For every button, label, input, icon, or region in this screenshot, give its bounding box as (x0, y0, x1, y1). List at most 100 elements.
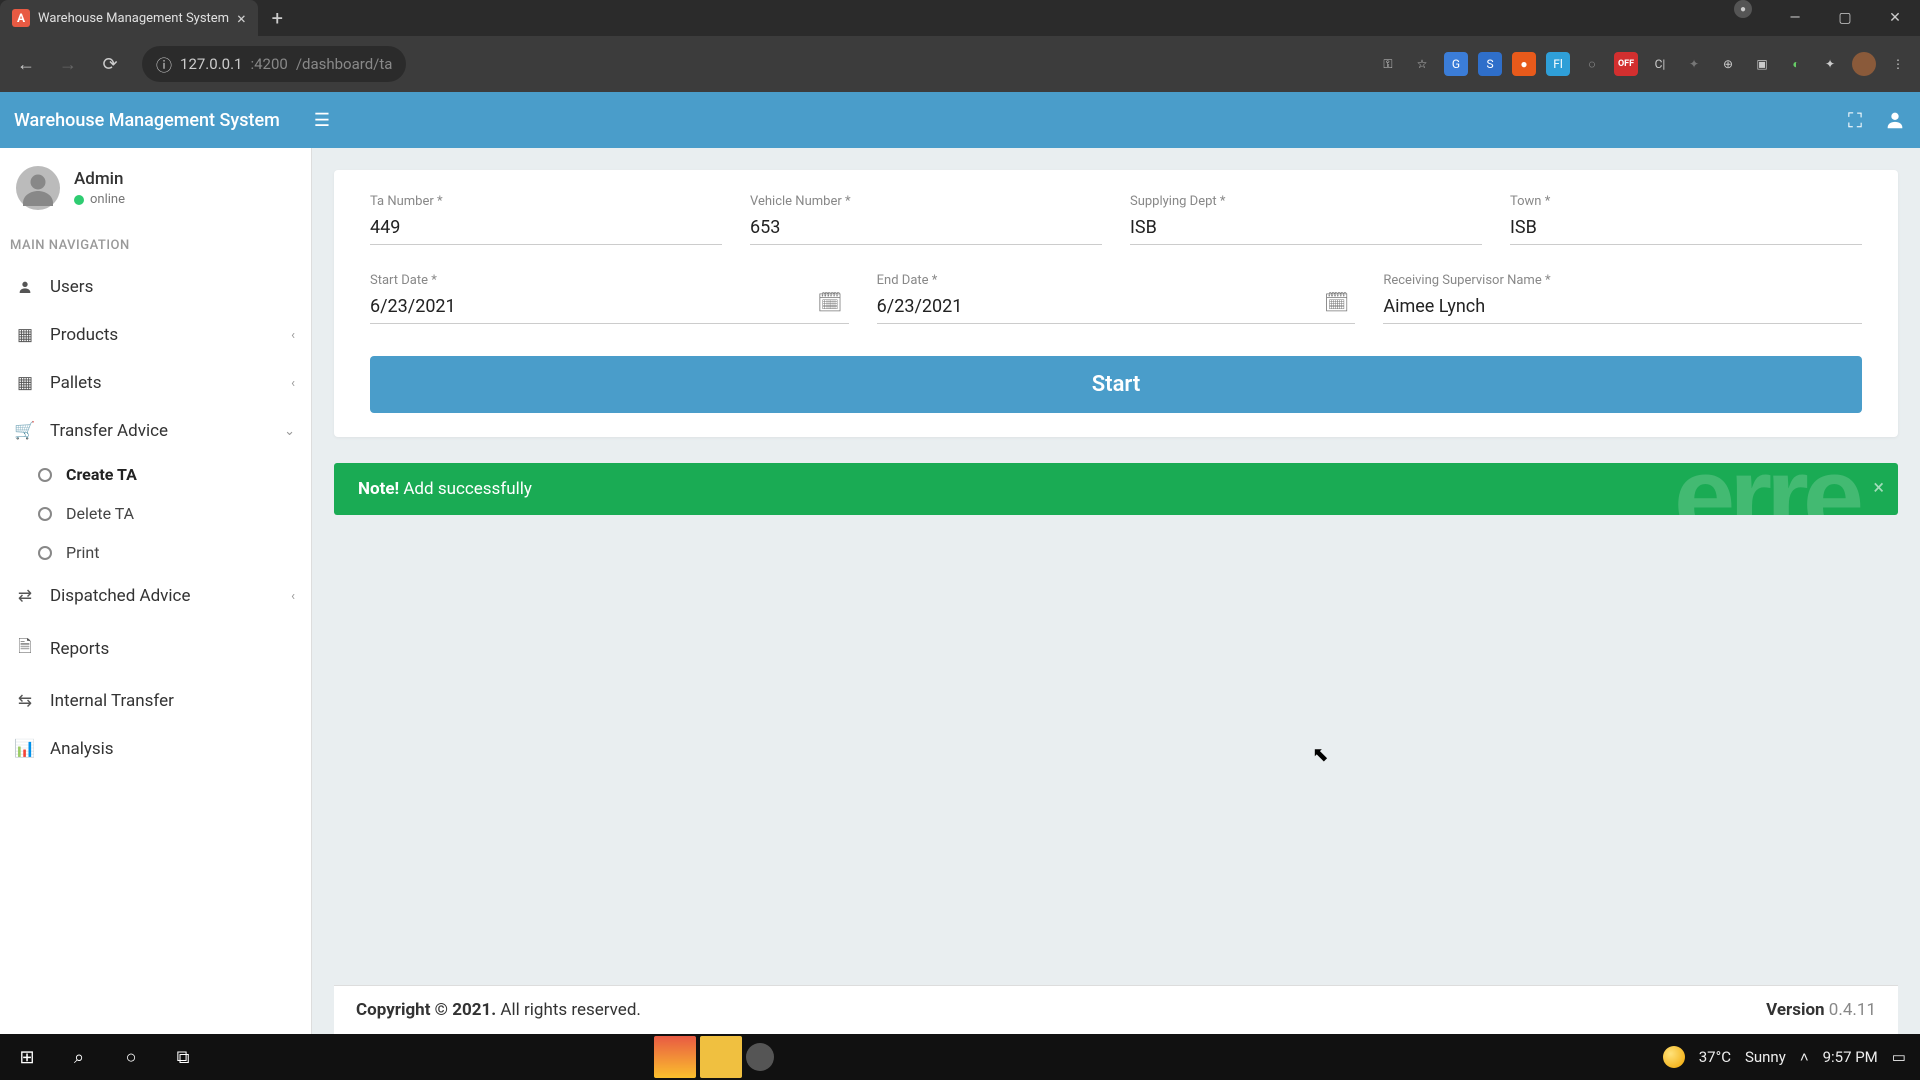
windows-taskbar: ⊞ ⌕ ○ ⧉ 37°C Sunny ˄ 9:57 PM ▭ (0, 1034, 1920, 1080)
tray-clock[interactable]: 9:57 PM (1823, 1048, 1878, 1066)
avatar (16, 166, 60, 210)
sidebar-item-pallets[interactable]: ▦ Pallets ‹ (0, 359, 311, 407)
maximize-icon[interactable]: ▢ (1820, 0, 1870, 36)
weather-icon[interactable] (1663, 1046, 1685, 1068)
user-name: Admin (74, 169, 125, 189)
supervisor-input[interactable] (1383, 292, 1862, 324)
form-card: Ta Number * Vehicle Number * Supplying D… (334, 170, 1898, 437)
ext-off-badge[interactable]: OFF (1614, 52, 1638, 76)
ext-green-icon[interactable]: ◐ (1784, 52, 1808, 76)
user-status-text: online (90, 192, 125, 207)
chevron-down-icon: ⌄ (284, 424, 295, 439)
sidebar-item-internal-transfer[interactable]: ⇆ Internal Transfer (0, 677, 311, 725)
sidebar-item-reports[interactable]: 🗎 Reports (0, 620, 311, 677)
sidebar-user: Admin online (0, 166, 311, 228)
app-footer: Copyright © 2021. All rights reserved. V… (334, 985, 1898, 1034)
tray-chevron-icon[interactable]: ˄ (1800, 1048, 1809, 1066)
sidebar-item-products[interactable]: ▦ Products ‹ (0, 311, 311, 359)
ext-camera-icon[interactable]: ▣ (1750, 52, 1774, 76)
extensions-puzzle-icon[interactable]: ✦ (1818, 52, 1842, 76)
ext-circle-icon[interactable]: ◌ (1580, 52, 1604, 76)
profile-avatar-icon[interactable] (1852, 52, 1876, 76)
forward-icon[interactable]: → (52, 48, 84, 80)
notifications-icon[interactable]: ▭ (1892, 1048, 1906, 1066)
cortana-icon[interactable]: ○ (108, 1036, 154, 1078)
field-label: Receiving Supervisor Name * (1383, 273, 1862, 288)
footer-version-label: Version (1766, 1000, 1825, 1020)
town-input[interactable] (1510, 213, 1862, 245)
close-window-icon[interactable]: ✕ (1870, 0, 1920, 36)
transfer-advice-submenu: Create TA Delete TA Print (0, 455, 311, 572)
account-icon[interactable] (1884, 109, 1906, 131)
new-tab-button[interactable]: + (258, 6, 297, 30)
weather-desc[interactable]: Sunny (1745, 1048, 1786, 1066)
sub-item-label: Delete TA (66, 504, 134, 523)
search-icon[interactable]: ⌕ (56, 1036, 102, 1078)
sidebar-item-label: Analysis (50, 739, 114, 759)
reload-icon[interactable]: ⟳ (94, 48, 126, 80)
sub-item-create-ta[interactable]: Create TA (22, 455, 311, 494)
start-menu-icon[interactable]: ⊞ (4, 1036, 50, 1078)
user-status: online (74, 192, 125, 207)
sidebar-item-transfer-advice[interactable]: 🛒 Transfer Advice ⌄ (0, 407, 311, 455)
calendar-icon[interactable]: 🗓 (1324, 290, 1349, 314)
url-port: :4200 (250, 55, 287, 73)
sidebar-item-dispatched-advice[interactable]: ⇄ Dispatched Advice ‹ (0, 572, 311, 620)
extension-icons: ⚿ ☆ G S ● Fl ◌ OFF C| ✦ ⊕ ▣ ◐ ✦ ⋮ (1376, 52, 1910, 76)
task-view-icon[interactable]: ⧉ (160, 1036, 206, 1078)
sidebar-toggle-icon[interactable]: ☰ (314, 110, 330, 131)
task-app-explorer-icon[interactable] (700, 1036, 742, 1078)
tab-close-icon[interactable]: × (237, 9, 246, 28)
ext-fl-icon[interactable]: Fl (1546, 52, 1570, 76)
task-app-generic-icon[interactable] (746, 1043, 774, 1071)
sub-item-label: Print (66, 543, 99, 562)
field-label: End Date * (877, 273, 1356, 288)
town-field: Town * (1510, 194, 1862, 245)
ext-globe-icon[interactable]: ⊕ (1716, 52, 1740, 76)
browser-tab-strip: A Warehouse Management System × + ● — ▢ … (0, 0, 1920, 36)
ext-translate-icon[interactable]: G (1444, 52, 1468, 76)
start-date-input[interactable] (370, 292, 849, 324)
sidebar-item-label: Products (50, 325, 118, 345)
ta-number-input[interactable] (370, 213, 722, 245)
supplying-dept-field: Supplying Dept * (1130, 194, 1482, 245)
vehicle-number-input[interactable] (750, 213, 1102, 245)
key-icon[interactable]: ⚿ (1376, 52, 1400, 76)
profile-icon[interactable]: ● (1734, 0, 1752, 18)
task-app-chrome-icon[interactable] (654, 1036, 696, 1078)
supplying-dept-input[interactable] (1130, 213, 1482, 245)
main-content: Ta Number * Vehicle Number * Supplying D… (312, 148, 1920, 1034)
bookmark-star-icon[interactable]: ☆ (1410, 52, 1434, 76)
ext-orange-icon[interactable]: ● (1512, 52, 1536, 76)
calendar-icon[interactable]: 🗓 (817, 290, 842, 314)
url-box[interactable]: ⓘ 127.0.0.1:4200/dashboard/ta (142, 46, 406, 82)
start-date-field: Start Date * 🗓 (370, 273, 849, 324)
app-root: Warehouse Management System ☰ ⛶ Admin on… (0, 92, 1920, 1034)
field-label: Town * (1510, 194, 1862, 209)
ext-c-icon[interactable]: C| (1648, 52, 1672, 76)
sidebar-item-analysis[interactable]: 📊 Analysis (0, 725, 311, 773)
sub-item-print[interactable]: Print (22, 533, 311, 572)
sidebar: Admin online MAIN NAVIGATION Users ▦ Pro… (0, 148, 312, 1034)
start-button[interactable]: Start (370, 356, 1862, 413)
taskbar-apps (654, 1036, 774, 1078)
site-info-icon[interactable]: ⓘ (156, 52, 172, 76)
weather-temp[interactable]: 37°C (1699, 1048, 1731, 1066)
sidebar-item-users[interactable]: Users (0, 263, 311, 311)
minimize-icon[interactable]: — (1770, 0, 1820, 36)
alert-ghost-text: erre (1674, 463, 1858, 515)
file-icon: 🗎 (16, 634, 34, 663)
ext-skype-icon[interactable]: S (1478, 52, 1502, 76)
end-date-input[interactable] (877, 292, 1356, 324)
sub-item-delete-ta[interactable]: Delete TA (22, 494, 311, 533)
chart-icon: 📊 (16, 739, 34, 759)
ext-gray-icon[interactable]: ✦ (1682, 52, 1706, 76)
alert-close-icon[interactable]: × (1873, 475, 1884, 499)
dispatch-icon: ⇄ (16, 586, 34, 606)
browser-menu-icon[interactable]: ⋮ (1886, 52, 1910, 76)
back-icon[interactable]: ← (10, 48, 42, 80)
fullscreen-icon[interactable]: ⛶ (1848, 108, 1862, 132)
field-label: Vehicle Number * (750, 194, 1102, 209)
browser-tab[interactable]: A Warehouse Management System × (0, 0, 258, 36)
circle-icon (38, 546, 52, 560)
